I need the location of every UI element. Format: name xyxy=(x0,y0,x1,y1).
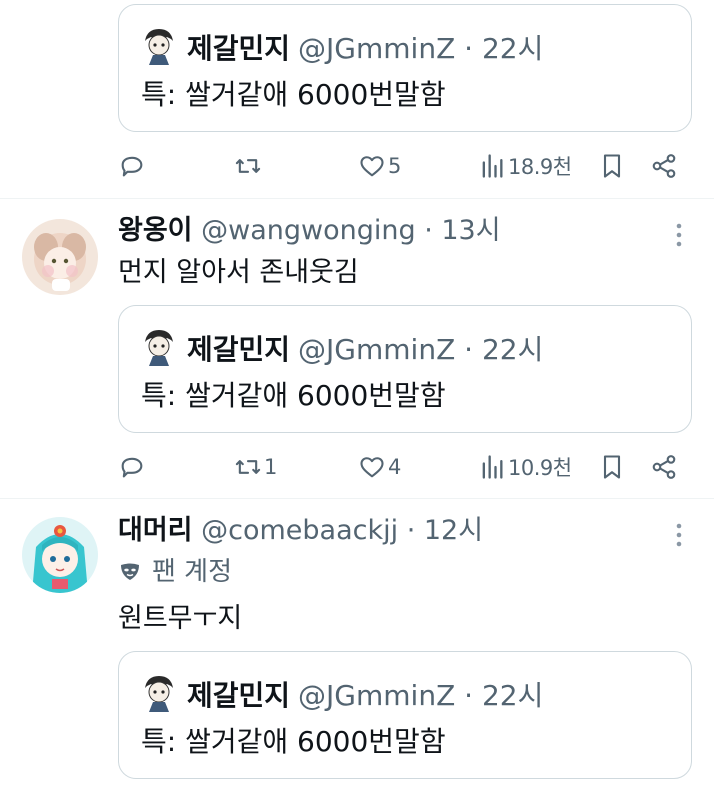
reply-button[interactable] xyxy=(118,146,148,186)
mask-icon xyxy=(121,563,139,580)
views-icon xyxy=(482,154,503,178)
avatar-image xyxy=(22,219,98,295)
quoted-tweet-header: 제갈민지 @JGmminZ · 22시 xyxy=(141,27,543,67)
views-button[interactable]: 10.9천 xyxy=(478,447,572,487)
author-name[interactable]: 대머리 xyxy=(118,515,193,546)
post-actions: 1 4 10.9천 xyxy=(118,447,684,487)
like-button[interactable]: 4 xyxy=(358,447,401,487)
quoted-author-meta: @JGmminZ · 22시 xyxy=(298,32,544,65)
quoted-author-name[interactable]: 제갈민지 xyxy=(187,674,290,714)
author-meta: @wangwonging · 13시 xyxy=(201,215,501,246)
views-button[interactable]: 18.9천 xyxy=(478,146,572,186)
avatar-image xyxy=(22,517,98,593)
avatar[interactable] xyxy=(22,517,98,593)
views-icon xyxy=(482,455,503,479)
quoted-author-avatar[interactable] xyxy=(141,328,177,368)
quoted-author-meta: @JGmminZ · 22시 xyxy=(298,679,544,712)
reply-icon xyxy=(121,156,143,177)
views-count: 18.9천 xyxy=(508,155,572,179)
author-meta: @comebaackjj · 12시 xyxy=(201,515,484,546)
more-icon[interactable] xyxy=(672,221,686,249)
like-count: 5 xyxy=(388,154,401,178)
views-count: 10.9천 xyxy=(508,456,572,480)
retweet-button[interactable]: 1 xyxy=(234,447,277,487)
heart-icon xyxy=(360,156,384,177)
fan-account-text: 팬 계정 xyxy=(152,557,233,587)
bookmark-icon xyxy=(603,455,621,479)
quoted-tweet-text: 특: 쌀거같애 6000번말함 xyxy=(141,725,446,758)
avatar[interactable] xyxy=(22,219,98,295)
retweet-count: 1 xyxy=(264,455,277,479)
bookmark-button[interactable] xyxy=(598,146,626,186)
like-count: 4 xyxy=(388,455,401,479)
quoted-author-name[interactable]: 제갈민지 xyxy=(187,328,290,368)
author-name[interactable]: 왕옹이 xyxy=(118,215,193,246)
bookmark-button[interactable] xyxy=(598,447,626,487)
share-icon xyxy=(652,455,676,479)
share-button[interactable] xyxy=(650,146,678,186)
quoted-tweet-card[interactable]: 제갈민지 @JGmminZ · 22시 특: 쌀거같애 6000번말함 xyxy=(118,4,692,132)
quoted-tweet-card[interactable]: 제갈민지 @JGmminZ · 22시 특: 쌀거같애 6000번말함 xyxy=(118,651,692,779)
retweet-button[interactable] xyxy=(234,146,264,186)
quoted-author-meta: @JGmminZ · 22시 xyxy=(298,333,544,366)
share-icon xyxy=(652,154,676,178)
quoted-tweet-text: 특: 쌀거같애 6000번말함 xyxy=(141,379,446,412)
quoted-author-name[interactable]: 제갈민지 xyxy=(187,27,290,67)
post-text: 원트무ㅜ지 xyxy=(118,603,243,634)
post-3[interactable]: 대머리 @comebaackjj · 12시 팬 계정 원트무ㅜ지 제갈민지 @… xyxy=(0,499,714,801)
post-1[interactable]: 제갈민지 @JGmminZ · 22시 특: 쌀거같애 6000번말함 5 18… xyxy=(0,0,714,199)
post-2[interactable]: 왕옹이 @wangwonging · 13시 먼지 알아서 존내웃김 제갈민지 … xyxy=(0,199,714,499)
quoted-author-avatar[interactable] xyxy=(141,27,177,67)
retweet-icon xyxy=(235,159,261,173)
share-button[interactable] xyxy=(650,447,678,487)
quoted-tweet-header: 제갈민지 @JGmminZ · 22시 xyxy=(141,328,543,368)
reply-icon xyxy=(121,457,143,478)
post-text: 먼지 알아서 존내웃김 xyxy=(118,257,359,288)
quoted-tweet-card[interactable]: 제갈민지 @JGmminZ · 22시 특: 쌀거같애 6000번말함 xyxy=(118,305,692,433)
post-header: 왕옹이 @wangwonging · 13시 xyxy=(118,213,654,249)
heart-icon xyxy=(360,457,384,478)
quoted-author-avatar[interactable] xyxy=(141,674,177,714)
reply-button[interactable] xyxy=(118,447,148,487)
fan-account-label: 팬 계정 xyxy=(118,554,232,590)
post-header: 대머리 @comebaackjj · 12시 xyxy=(118,513,654,549)
more-icon[interactable] xyxy=(672,521,686,549)
post-actions: 5 18.9천 xyxy=(118,146,684,186)
bookmark-icon xyxy=(603,154,621,178)
retweet-icon xyxy=(235,460,261,474)
like-button[interactable]: 5 xyxy=(358,146,401,186)
quoted-tweet-text: 특: 쌀거같애 6000번말함 xyxy=(141,78,446,111)
quoted-tweet-header: 제갈민지 @JGmminZ · 22시 xyxy=(141,674,543,714)
